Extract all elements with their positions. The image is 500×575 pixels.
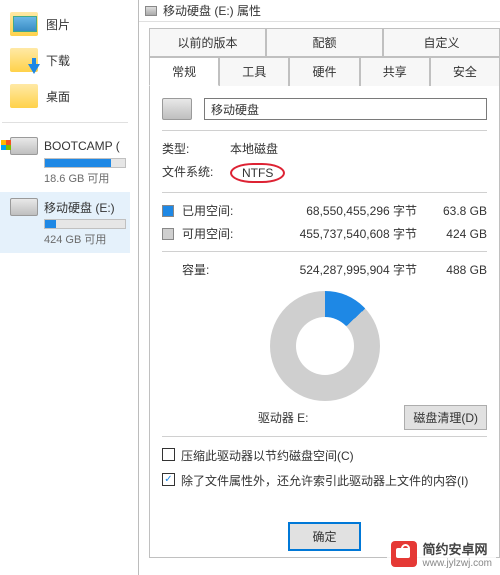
capacity-gb: 488 GB [427, 263, 487, 277]
compress-checkbox-row[interactable]: 压缩此驱动器以节约磁盘空间(C) [162, 443, 487, 468]
nav-label: 桌面 [46, 88, 70, 105]
usage-pie-chart [162, 291, 487, 401]
capacity-label: 容量: [182, 261, 248, 278]
filesystem-value-highlighted: NTFS [230, 163, 285, 183]
used-space-swatch [162, 205, 174, 217]
tab-security[interactable]: 安全 [430, 57, 500, 86]
downloads-folder-icon [10, 48, 38, 72]
drive-name-input[interactable] [204, 98, 487, 120]
free-space-swatch [162, 228, 174, 240]
section-divider [162, 192, 487, 193]
compress-label: 压缩此驱动器以节约磁盘空间(C) [181, 447, 354, 464]
tabs-container: 以前的版本 配额 自定义 常规 工具 硬件 共享 安全 类型: 本地磁盘 文件系… [139, 22, 500, 558]
free-space-bytes: 455,737,540,608 字节 [248, 225, 427, 242]
nav-label: 下载 [46, 52, 70, 69]
disk-cleanup-button[interactable]: 磁盘清理(D) [404, 405, 487, 430]
tab-quota[interactable]: 配额 [266, 28, 383, 57]
nav-label: 图片 [46, 16, 70, 33]
dialog-titlebar[interactable]: 移动硬盘 (E:) 属性 [139, 0, 500, 22]
filesystem-label: 文件系统: [162, 163, 230, 183]
index-checkbox-row[interactable]: ✓ 除了文件属性外，还允许索引此驱动器上文件的内容(I) [162, 468, 487, 493]
watermark-app-icon [391, 541, 417, 567]
checkbox-checked-icon: ✓ [162, 473, 175, 486]
explorer-nav-pane: 图片 下载 桌面 BOOTCAMP ( 18.6 GB 可用 移动硬盘 (E:)… [0, 0, 130, 575]
drive-usage-bar [44, 158, 126, 168]
nav-item-desktop[interactable]: 桌面 [0, 78, 130, 114]
tab-panel-general: 类型: 本地磁盘 文件系统: NTFS 已用空间: 68,550,455,296… [149, 86, 500, 558]
drive-item-bootcamp[interactable]: BOOTCAMP ( 18.6 GB 可用 [0, 131, 130, 192]
drive-icon [10, 198, 38, 216]
drive-system-icon [145, 6, 157, 16]
dialog-title: 移动硬盘 (E:) 属性 [163, 2, 261, 19]
tab-customize[interactable]: 自定义 [383, 28, 500, 57]
section-divider [162, 130, 487, 131]
drive-icon [10, 137, 38, 155]
watermark-url: www.jylzwj.com [423, 558, 492, 569]
tab-sharing[interactable]: 共享 [360, 57, 430, 86]
used-space-gb: 63.8 GB [427, 204, 487, 218]
drive-name: BOOTCAMP ( [44, 139, 120, 153]
capacity-bytes: 524,287,995,904 字节 [248, 261, 427, 278]
drive-large-icon [162, 98, 192, 120]
properties-dialog: 移动硬盘 (E:) 属性 以前的版本 配额 自定义 常规 工具 硬件 共享 安全… [138, 0, 500, 575]
tab-general[interactable]: 常规 [149, 57, 219, 86]
drive-subtext: 18.6 GB 可用 [44, 170, 126, 186]
section-divider [162, 436, 487, 437]
desktop-folder-icon [10, 84, 38, 108]
pictures-folder-icon [10, 12, 38, 36]
ok-button[interactable]: 确定 [288, 522, 360, 551]
free-space-label: 可用空间: [182, 225, 248, 242]
tab-hardware[interactable]: 硬件 [289, 57, 359, 86]
used-space-bytes: 68,550,455,296 字节 [248, 202, 427, 219]
index-label: 除了文件属性外，还允许索引此驱动器上文件的内容(I) [181, 472, 468, 489]
free-space-gb: 424 GB [427, 227, 487, 241]
nav-item-pictures[interactable]: 图片 [0, 6, 130, 42]
section-divider [162, 251, 487, 252]
nav-divider [2, 122, 128, 123]
drive-usage-bar [44, 219, 126, 229]
drive-letter-label: 驱动器 E: [162, 409, 404, 426]
type-label: 类型: [162, 140, 230, 157]
nav-item-downloads[interactable]: 下载 [0, 42, 130, 78]
tab-tools[interactable]: 工具 [219, 57, 289, 86]
drive-item-removable[interactable]: 移动硬盘 (E:) 424 GB 可用 [0, 192, 130, 253]
checkbox-unchecked-icon [162, 448, 175, 461]
drive-subtext: 424 GB 可用 [44, 231, 126, 247]
used-space-label: 已用空间: [182, 202, 248, 219]
type-value: 本地磁盘 [230, 140, 278, 157]
tab-previous-versions[interactable]: 以前的版本 [149, 28, 266, 57]
drive-name: 移动硬盘 (E:) [44, 199, 115, 216]
watermark: 简约安卓网 www.jylzwj.com [387, 537, 496, 571]
watermark-title: 简约安卓网 [423, 539, 492, 558]
